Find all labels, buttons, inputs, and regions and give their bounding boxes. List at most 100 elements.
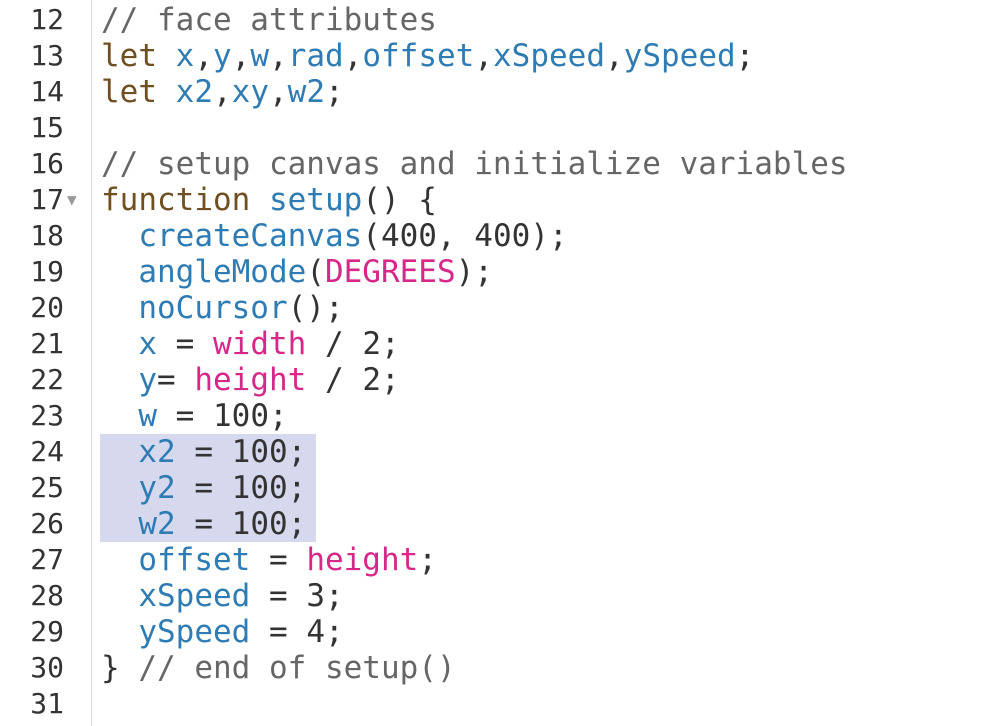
code-token: 400	[474, 218, 531, 254]
code-token: noCursor	[138, 290, 288, 326]
line-number: 24	[30, 435, 64, 468]
code-token: height	[194, 362, 307, 398]
code-token: // face attributes	[101, 2, 437, 38]
code-text: ySpeed = 4;	[101, 614, 343, 650]
code-token: =	[157, 326, 213, 362]
code-line[interactable]: 19 angleMode(DEGREES);	[0, 254, 982, 290]
code-text: noCursor();	[101, 290, 343, 326]
code-token: 3	[306, 578, 325, 614]
line-number: 12	[30, 3, 64, 36]
code-line[interactable]: 13 let x,y,w,rad,offset,xSpeed,ySpeed;	[0, 38, 982, 74]
line-number: 26	[30, 507, 64, 540]
code-token: =	[157, 398, 213, 434]
code-token: ,	[212, 74, 232, 110]
code-token: rad	[287, 38, 344, 74]
code-text: // setup canvas and initialize variables	[101, 146, 848, 182]
code-token: ;	[269, 398, 288, 434]
line-number: 13	[30, 39, 64, 72]
code-line[interactable]: 14 let x2,xy,w2;	[0, 74, 982, 110]
code-token: let	[101, 38, 176, 74]
code-token: ;	[287, 434, 307, 470]
code-line[interactable]: 25 y2 = 100;	[0, 470, 982, 506]
code-token: ;	[380, 362, 400, 398]
code-line[interactable]: 30} // end of setup()	[0, 650, 982, 686]
code-token: ,	[269, 38, 288, 74]
line-number: 27	[30, 543, 64, 576]
code-text: } // end of setup()	[101, 650, 456, 686]
code-token: ,	[231, 38, 251, 74]
line-number: 18	[30, 219, 64, 252]
code-token: ;	[324, 74, 344, 110]
code-editor[interactable]: 12 // face attributes 13 let x,y,w,rad,offs…	[0, 0, 982, 726]
code-line[interactable]: 12 // face attributes	[0, 2, 982, 38]
code-line[interactable]: 27 offset = height;	[0, 542, 982, 578]
code-token: =	[250, 542, 307, 578]
code-token: width	[213, 326, 307, 362]
code-line[interactable]: 16 // setup canvas and initialize variabl…	[0, 146, 982, 182]
code-line[interactable]: 24 x2 = 100;	[0, 434, 982, 470]
code-token: (	[362, 218, 381, 254]
code-token: x2	[138, 434, 176, 470]
code-line[interactable]: 28 xSpeed = 3;	[0, 578, 982, 614]
line-number: 16	[30, 147, 64, 180]
code-token: ;	[287, 470, 307, 506]
code-token: createCanvas	[138, 218, 363, 254]
code-token: ySpeed	[623, 38, 736, 74]
code-token: angleMode	[138, 254, 307, 290]
code-text: w = 100;	[101, 398, 288, 434]
code-line[interactable]: 26 w2 = 100;	[0, 506, 982, 542]
code-token: 4	[306, 614, 325, 650]
code-line[interactable]: 29 ySpeed = 4;	[0, 614, 982, 650]
code-token: height	[306, 542, 419, 578]
code-token: 100	[213, 398, 269, 434]
code-token: setup	[268, 182, 363, 218]
code-text: y2 = 100;	[101, 470, 306, 506]
code-line[interactable]: 15	[0, 110, 982, 146]
code-line[interactable]: 31	[0, 686, 982, 722]
code-token: ,	[194, 38, 213, 74]
code-token: offset	[138, 542, 251, 578]
code-text: let x,y,w,rad,offset,xSpeed,ySpeed;	[101, 38, 754, 74]
code-line[interactable]: 23 w = 100;	[0, 398, 982, 434]
code-token: ,	[605, 38, 624, 74]
code-token: y	[213, 38, 232, 74]
code-text: x2 = 100;	[101, 434, 306, 470]
line-number: 25	[30, 471, 64, 504]
code-token: ;	[418, 542, 437, 578]
code-text: x = width / 2;	[101, 326, 399, 362]
code-token: y	[138, 362, 157, 398]
code-token: 100	[231, 506, 288, 542]
code-token: ,	[436, 218, 475, 254]
code-token: xy	[231, 74, 269, 110]
code-token: let	[101, 74, 176, 110]
code-line[interactable]: 22 y= height / 2;	[0, 362, 982, 398]
code-token: =	[175, 434, 232, 470]
code-line[interactable]: 21 x = width / 2;	[0, 326, 982, 362]
code-token: w2	[287, 74, 325, 110]
code-token: 2	[362, 362, 381, 398]
code-token: DEGREES	[324, 254, 456, 290]
code-token: x2	[175, 74, 213, 110]
code-line[interactable]: 18 createCanvas(400, 400);	[0, 218, 982, 254]
code-line[interactable]: 17 ▼ function setup() {	[0, 182, 982, 218]
code-line[interactable]: 20 noCursor();	[0, 290, 982, 326]
fold-arrow-icon[interactable]: ▼	[67, 190, 77, 210]
code-text: // face attributes	[101, 2, 437, 38]
code-token: =	[175, 506, 232, 542]
code-token: () {	[362, 182, 437, 218]
code-text: angleMode(DEGREES);	[101, 254, 493, 290]
code-token: ;	[735, 38, 755, 74]
code-text: y= height / 2;	[101, 362, 400, 398]
code-token: ySpeed	[138, 614, 251, 650]
line-number: 21	[30, 327, 64, 360]
code-token: (	[306, 254, 325, 290]
code-text: offset = height;	[101, 542, 437, 578]
